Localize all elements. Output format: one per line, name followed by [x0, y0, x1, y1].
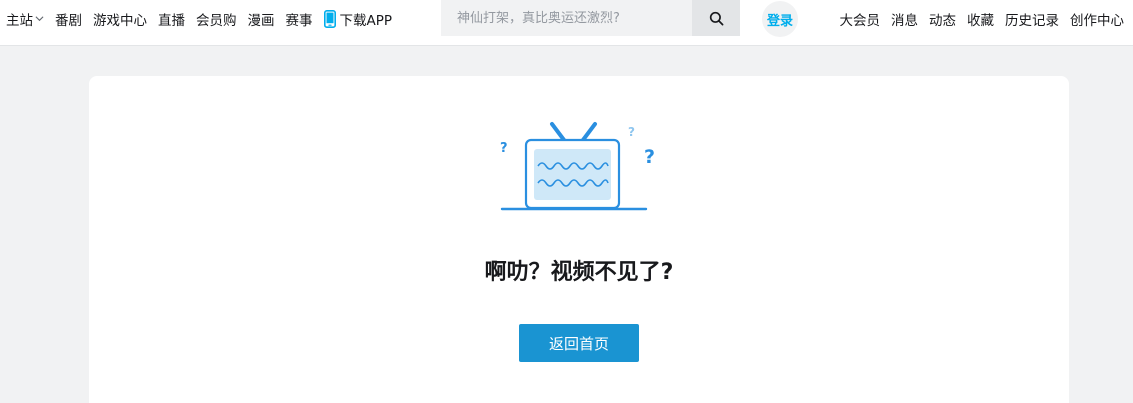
- nav-item-live[interactable]: 直播: [158, 9, 185, 29]
- search-bar: [441, 0, 740, 36]
- login-label: 登录: [766, 13, 793, 29]
- nav-item-main-label: 主站: [6, 12, 33, 29]
- broken-tv-illustration: ? ? ?: [500, 122, 655, 211]
- download-app-link[interactable]: 下载APP: [323, 9, 393, 29]
- search-icon: [709, 11, 723, 25]
- nav-item-messages[interactable]: 消息: [891, 9, 918, 29]
- svg-text:?: ?: [628, 125, 635, 139]
- chevron-down-icon: [35, 16, 44, 22]
- nav-right: 大会员 消息 动态 收藏 历史记录 创作中心: [829, 0, 1125, 37]
- nav-item-anime[interactable]: 番剧: [55, 9, 82, 29]
- nav-left: 主站 番剧 游戏中心 直播 会员购 漫画 赛事 下载APP: [6, 0, 403, 37]
- login-button[interactable]: 登录: [762, 1, 798, 37]
- nav-item-esports[interactable]: 赛事: [286, 9, 313, 29]
- search-input[interactable]: [441, 0, 692, 36]
- error-card: ? ? ? 啊叻？视频不见了? 返回首页: [89, 76, 1069, 403]
- phone-icon: [323, 9, 336, 28]
- nav-item-main[interactable]: 主站: [6, 9, 44, 29]
- nav-item-shop[interactable]: 会员购: [196, 9, 237, 29]
- top-header: 主站 番剧 游戏中心 直播 会员购 漫画 赛事 下载APP 神仙打架，真比奥运还…: [0, 0, 1133, 46]
- nav-item-game-center[interactable]: 游戏中心: [93, 9, 147, 29]
- svg-text:?: ?: [500, 141, 508, 156]
- return-home-button[interactable]: 返回首页: [519, 324, 639, 362]
- svg-text:?: ?: [644, 146, 655, 168]
- nav-item-creator-center[interactable]: 创作中心: [1070, 9, 1124, 29]
- nav-item-manga[interactable]: 漫画: [248, 9, 275, 29]
- search-button[interactable]: [692, 0, 740, 36]
- nav-item-favorites[interactable]: 收藏: [967, 9, 994, 29]
- nav-item-dynamics[interactable]: 动态: [929, 9, 956, 29]
- nav-item-vip[interactable]: 大会员: [840, 9, 881, 29]
- download-app-label: 下载APP: [339, 12, 393, 29]
- nav-item-history[interactable]: 历史记录: [1005, 9, 1059, 29]
- error-title: 啊叻？视频不见了?: [484, 260, 674, 285]
